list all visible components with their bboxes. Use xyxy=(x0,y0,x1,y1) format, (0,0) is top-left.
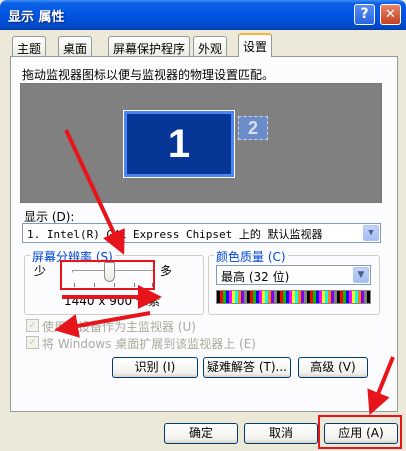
annotation-arrows xyxy=(54,129,395,416)
annotation-arrow-left xyxy=(54,311,151,338)
tab-settings[interactable]: 设置 xyxy=(238,33,273,57)
annotation-arrow-slider xyxy=(64,129,125,255)
annotation-arrow-apply xyxy=(367,356,395,416)
